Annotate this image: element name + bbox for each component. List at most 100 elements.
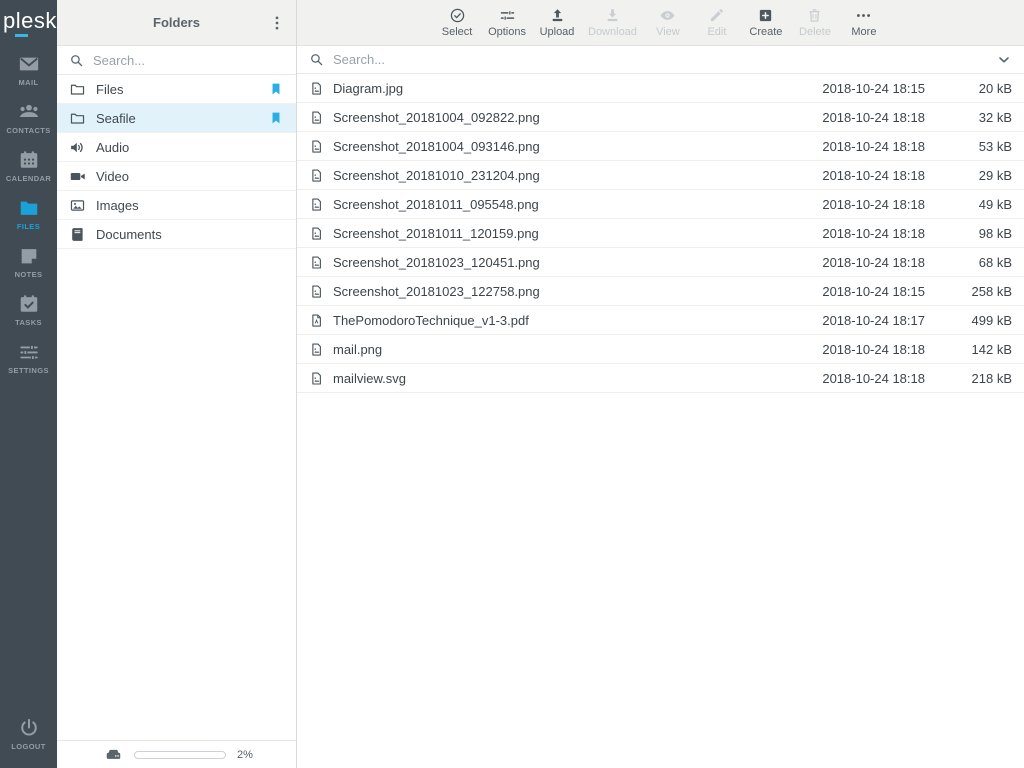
file-name: ThePomodoroTechnique_v1-3.pdf	[333, 313, 804, 328]
files-icon	[18, 197, 40, 219]
file-image-icon	[309, 197, 324, 212]
folder-item-documents[interactable]: Documents	[57, 220, 296, 249]
folder-name: Audio	[96, 140, 129, 155]
folder-name: Documents	[96, 227, 162, 242]
create-button[interactable]: Create	[746, 7, 786, 38]
file-row[interactable]: mailview.svg 2018-10-24 18:18 218 kB	[297, 364, 1024, 393]
file-row[interactable]: Screenshot_20181011_095548.png 2018-10-2…	[297, 190, 1024, 219]
select-button[interactable]: Select	[437, 7, 477, 38]
eye-icon	[659, 7, 676, 24]
plesk-logo-underline	[15, 34, 28, 37]
file-name: Screenshot_20181023_120451.png	[333, 255, 804, 270]
file-row[interactable]: Screenshot_20181004_093146.png 2018-10-2…	[297, 132, 1024, 161]
options-button[interactable]: Options	[486, 7, 528, 38]
file-row[interactable]: Diagram.jpg 2018-10-24 18:15 20 kB	[297, 74, 1024, 103]
notes-icon	[18, 245, 40, 267]
file-size: 258 kB	[934, 284, 1012, 299]
search-icon	[69, 53, 84, 68]
sidebar-item-contacts[interactable]: CONTACTS	[0, 94, 57, 142]
video-icon	[69, 168, 86, 185]
file-name: Screenshot_20181010_231204.png	[333, 168, 804, 183]
upload-button[interactable]: Upload	[537, 7, 577, 38]
select-check-icon	[449, 7, 466, 24]
delete-button: Delete	[795, 7, 835, 38]
file-list: Diagram.jpg 2018-10-24 18:15 20 kB Scree…	[297, 74, 1024, 393]
app-window: plesk MAIL CONTACTS CALENDAR FILES NOTES…	[0, 0, 1024, 768]
disk-usage-percent: 2%	[237, 749, 253, 761]
file-search-input[interactable]	[333, 52, 987, 67]
file-row[interactable]: Screenshot_20181010_231204.png 2018-10-2…	[297, 161, 1024, 190]
sidebar-item-settings[interactable]: SETTINGS	[0, 334, 57, 382]
file-size: 142 kB	[934, 342, 1012, 357]
folder-name: Video	[96, 169, 129, 184]
sidebar-item-label: SETTINGS	[8, 366, 49, 375]
folder-item-images[interactable]: Images	[57, 191, 296, 220]
search-icon	[309, 52, 324, 67]
file-date: 2018-10-24 18:15	[813, 284, 925, 299]
disk-usage-bar	[134, 751, 226, 759]
file-image-icon	[309, 371, 324, 386]
file-row[interactable]: mail.png 2018-10-24 18:18 142 kB	[297, 335, 1024, 364]
chevron-down-icon[interactable]	[996, 52, 1012, 68]
folders-search-input[interactable]	[93, 53, 284, 68]
toolbar-button-label: Delete	[799, 26, 831, 38]
folder-item-audio[interactable]: Audio	[57, 133, 296, 162]
folder-item-seafile[interactable]: Seafile	[57, 104, 296, 133]
file-row[interactable]: Screenshot_20181004_092822.png 2018-10-2…	[297, 103, 1024, 132]
contacts-icon	[18, 101, 40, 123]
file-pdf-icon	[309, 313, 324, 328]
pencil-icon	[708, 7, 725, 24]
trash-icon	[806, 7, 823, 24]
toolbar-button-label: More	[851, 26, 876, 38]
toolbar-button-label: View	[656, 26, 680, 38]
folder-name: Seafile	[96, 111, 136, 126]
toolbar-button-label: Upload	[540, 26, 575, 38]
file-size: 20 kB	[934, 81, 1012, 96]
file-size: 32 kB	[934, 110, 1012, 125]
file-name: Screenshot_20181011_120159.png	[333, 226, 804, 241]
plesk-logo-text: plesk	[3, 10, 57, 32]
sidebar-item-notes[interactable]: NOTES	[0, 238, 57, 286]
file-date: 2018-10-24 18:18	[813, 255, 925, 270]
file-name: mail.png	[333, 342, 804, 357]
upload-icon	[549, 7, 566, 24]
file-date: 2018-10-24 18:18	[813, 110, 925, 125]
folder-item-video[interactable]: Video	[57, 162, 296, 191]
file-image-icon	[309, 168, 324, 183]
sidebar-item-logout[interactable]: LOGOUT	[0, 708, 57, 760]
file-size: 499 kB	[934, 313, 1012, 328]
file-image-icon	[309, 110, 324, 125]
sidebar-item-calendar[interactable]: CALENDAR	[0, 142, 57, 190]
folders-panel-header: Folders	[57, 0, 296, 46]
tune-icon	[499, 7, 516, 24]
tasks-icon	[18, 293, 40, 315]
calendar-icon	[18, 149, 40, 171]
file-row[interactable]: ThePomodoroTechnique_v1-3.pdf 2018-10-24…	[297, 306, 1024, 335]
file-name: Screenshot_20181004_093146.png	[333, 139, 804, 154]
file-row[interactable]: Screenshot_20181023_120451.png 2018-10-2…	[297, 248, 1024, 277]
view-button: View	[648, 7, 688, 38]
main-panel: Select Options Upload Download View Edit…	[297, 0, 1024, 768]
sidebar: plesk MAIL CONTACTS CALENDAR FILES NOTES…	[0, 0, 57, 768]
folder-list: Files Seafile Audio Video Images Documen…	[57, 75, 296, 249]
folder-icon	[69, 110, 86, 127]
folders-search-row	[57, 46, 296, 75]
file-name: Diagram.jpg	[333, 81, 804, 96]
sidebar-item-files[interactable]: FILES	[0, 190, 57, 238]
file-date: 2018-10-24 18:18	[813, 139, 925, 154]
file-image-icon	[309, 81, 324, 96]
toolbar-button-label: Download	[588, 26, 637, 38]
file-size: 98 kB	[934, 226, 1012, 241]
sidebar-item-tasks[interactable]: TASKS	[0, 286, 57, 334]
file-row[interactable]: Screenshot_20181023_122758.png 2018-10-2…	[297, 277, 1024, 306]
file-image-icon	[309, 284, 324, 299]
power-icon	[18, 717, 40, 739]
kebab-menu-icon[interactable]	[268, 14, 286, 32]
folder-item-files[interactable]: Files	[57, 75, 296, 104]
sidebar-item-mail[interactable]: MAIL	[0, 46, 57, 94]
file-row[interactable]: Screenshot_20181011_120159.png 2018-10-2…	[297, 219, 1024, 248]
more-button[interactable]: More	[844, 7, 884, 38]
file-size: 53 kB	[934, 139, 1012, 154]
document-icon	[69, 226, 86, 243]
sidebar-item-label: FILES	[17, 222, 40, 231]
